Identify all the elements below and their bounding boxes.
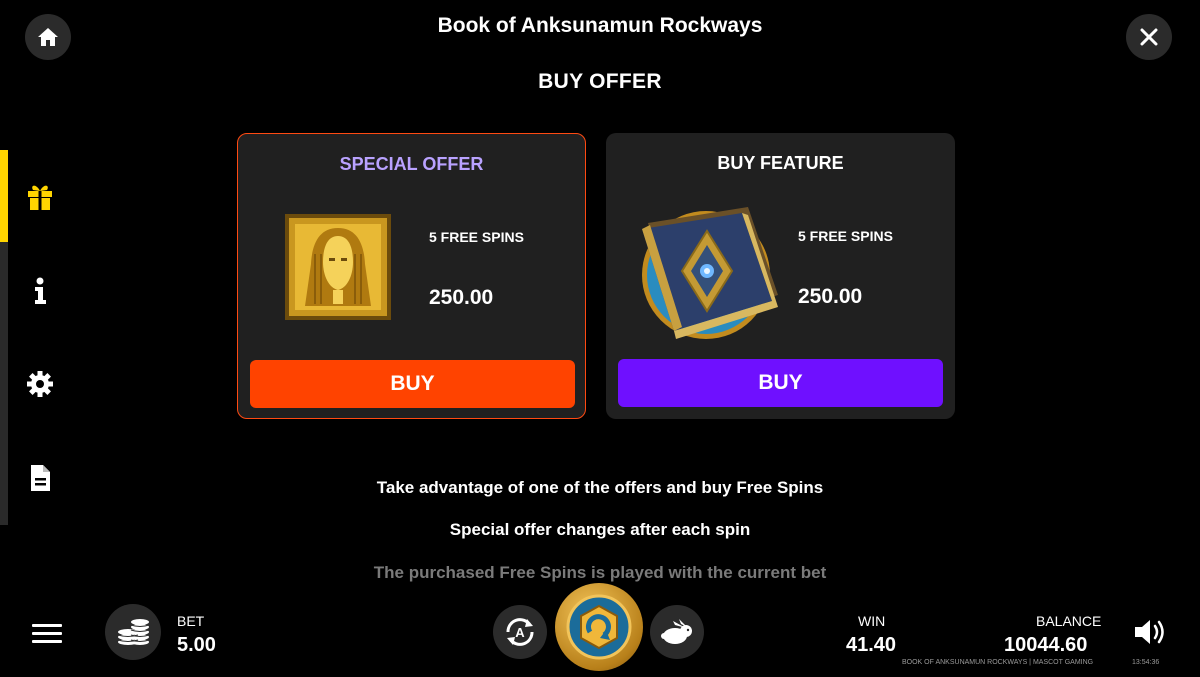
special-offer-card: SPECIAL OFFER 5 FREE SPINS 250.00 BUY — [237, 133, 586, 419]
win-value: 41.40 — [846, 634, 897, 656]
special-offer-price: 250.00 — [429, 286, 494, 309]
page-title: BUY OFFER — [538, 70, 662, 93]
svg-text:A: A — [515, 625, 525, 640]
win-label: WIN — [858, 613, 886, 629]
book-symbol-image — [628, 201, 784, 348]
side-menu-item-info[interactable] — [22, 273, 58, 309]
buy-feature-card: BUY FEATURE 5 FREE SPINS 250.00 BUY — [606, 133, 955, 419]
special-offer-spins: 5 FREE SPINS — [429, 229, 524, 245]
spin-icon — [566, 594, 632, 660]
autoplay-button[interactable]: A — [493, 605, 547, 659]
side-menu-item-settings[interactable] — [22, 366, 58, 402]
spin-button[interactable] — [555, 583, 643, 671]
autoplay-icon: A — [506, 618, 534, 646]
clock: 13:54:36 — [1132, 659, 1160, 666]
bet-coins-button[interactable] — [105, 604, 161, 660]
info-text-3: The purchased Free Spins is played with … — [373, 563, 827, 582]
buy-feature-buy-button[interactable]: BUY — [618, 359, 943, 407]
side-menu-active-indicator — [0, 150, 8, 242]
close-button[interactable] — [1126, 14, 1172, 60]
buy-feature-spins: 5 FREE SPINS — [798, 228, 893, 244]
footer-game-info: BOOK OF ANKSUNAMUN ROCKWAYS | MASCOT GAM… — [902, 659, 1094, 666]
pharaoh-symbol-image — [285, 214, 391, 325]
special-offer-buy-button[interactable]: BUY — [250, 360, 575, 408]
gift-icon — [28, 185, 52, 210]
game-title: Book of Anksunamun Rockways — [437, 14, 763, 37]
info-text-1: Take advantage of one of the offers and … — [376, 478, 824, 497]
special-offer-title: SPECIAL OFFER — [339, 154, 484, 174]
close-icon — [1140, 28, 1158, 46]
balance-label: BALANCE — [1036, 613, 1102, 629]
buy-feature-price: 250.00 — [798, 285, 863, 308]
side-menu-item-buy-offer[interactable] — [22, 178, 58, 214]
hamburger-icon — [30, 624, 64, 643]
info-text-2: Special offer changes after each spin — [449, 520, 751, 539]
turbo-button[interactable] — [650, 605, 704, 659]
bet-value: 5.00 — [177, 634, 216, 656]
balance-value: 10044.60 — [1004, 634, 1088, 656]
bet-label: BET — [177, 613, 205, 629]
info-icon — [35, 277, 46, 304]
main-menu-button[interactable] — [30, 620, 64, 648]
speaker-icon — [1135, 620, 1164, 644]
buy-feature-title: BUY FEATURE — [717, 153, 844, 173]
sound-button[interactable] — [1133, 617, 1169, 647]
rabbit-icon — [661, 619, 692, 644]
gear-icon — [27, 371, 53, 397]
coins-icon — [117, 619, 150, 645]
